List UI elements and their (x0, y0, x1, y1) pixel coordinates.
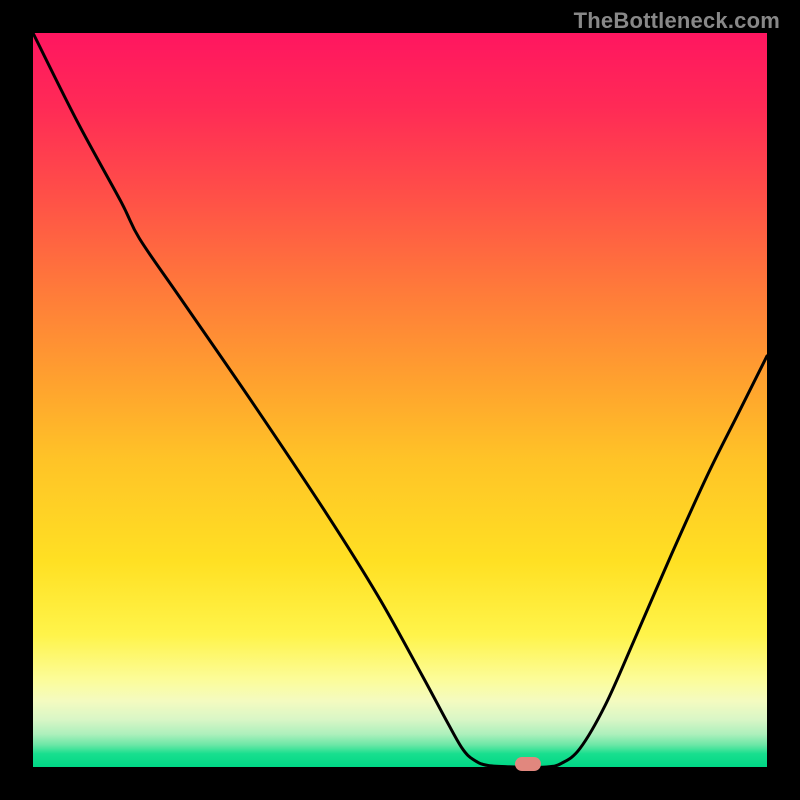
plot-area (33, 33, 767, 767)
curve-svg (33, 33, 767, 767)
watermark-text: TheBottleneck.com (574, 8, 780, 34)
bottleneck-curve (33, 33, 767, 767)
chart-container: TheBottleneck.com (0, 0, 800, 800)
optimum-marker (515, 757, 541, 771)
